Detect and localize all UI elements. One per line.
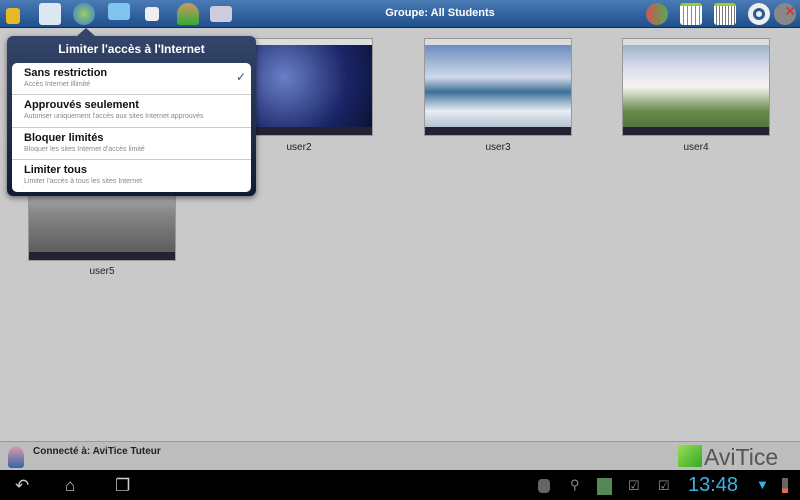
list-view-icon[interactable] (714, 3, 736, 25)
recent-apps-icon[interactable]: ❐ (115, 476, 130, 496)
option-sans-restriction[interactable]: Sans restriction Accès Internet illimité… (12, 63, 251, 96)
student-screen-user3[interactable] (424, 38, 572, 136)
option-description: Accès Internet illimité (24, 81, 91, 88)
option-label: Limiter tous (24, 163, 87, 176)
option-limiter-tous[interactable]: Limiter tous Limiter l'accès à tous les … (12, 160, 251, 192)
tutor-avatar-icon (8, 446, 24, 468)
option-bloquer-limites[interactable]: Bloquer limités Bloquer les sites Intern… (12, 128, 251, 160)
battery-icon (782, 478, 788, 493)
student-name: user4 (683, 142, 709, 153)
usb-icon: ⚲ (570, 477, 580, 492)
wifi-icon: ▼ (756, 477, 769, 492)
clipboard-check-icon: ☑ (628, 478, 640, 493)
top-toolbar: Groupe: All Students ✕ (0, 0, 800, 28)
connection-status: Connecté à: AviTice Tuteur (33, 446, 161, 457)
student-name: user5 (89, 266, 115, 277)
option-description: Bloquer les sites Internet d'accès limit… (24, 145, 145, 153)
checkmark-icon: ✓ (235, 70, 246, 84)
student-screen-user4[interactable] (622, 38, 770, 136)
disconnect-icon[interactable]: ✕ (774, 3, 796, 25)
grid-view-icon[interactable] (680, 3, 702, 25)
users-icon[interactable] (646, 3, 668, 25)
student-name: user3 (485, 142, 511, 153)
status-bar: Connecté à: AviTice Tuteur AviTice (0, 441, 800, 470)
option-label: Sans restriction (24, 67, 108, 79)
popup-title: Limiter l'accès à l'Internet (58, 42, 205, 56)
internet-restriction-popup: Limiter l'accès à l'Internet Sans restri… (7, 28, 256, 196)
screenshot-icon (597, 478, 612, 495)
brand-logo: AviTice (704, 444, 779, 470)
clipboard-check-icon: ☑ (658, 478, 670, 493)
option-approuves-seulement[interactable]: Approuvés seulement Autoriser uniquement… (12, 95, 251, 128)
avitice-logo-icon (678, 445, 702, 467)
option-label: Bloquer limités (24, 131, 104, 144)
android-debug-icon (538, 479, 550, 493)
option-description: Autoriser uniquement l'accès aux sites I… (24, 113, 204, 121)
system-nav-bar: ↶ ⌂ ❐ ⚲ ☑ ☑ 13:48 ▼ (0, 470, 800, 500)
option-description: Limiter l'accès à tous les sites Interne… (24, 177, 143, 185)
option-label: Approuvés seulement (24, 99, 139, 112)
back-icon[interactable]: ↶ (15, 476, 29, 496)
home-icon[interactable]: ⌂ (65, 476, 75, 496)
clock[interactable]: 13:48 (688, 474, 738, 497)
restriction-options: Sans restriction Accès Internet illimité… (12, 63, 251, 192)
gear-icon[interactable] (748, 3, 770, 25)
